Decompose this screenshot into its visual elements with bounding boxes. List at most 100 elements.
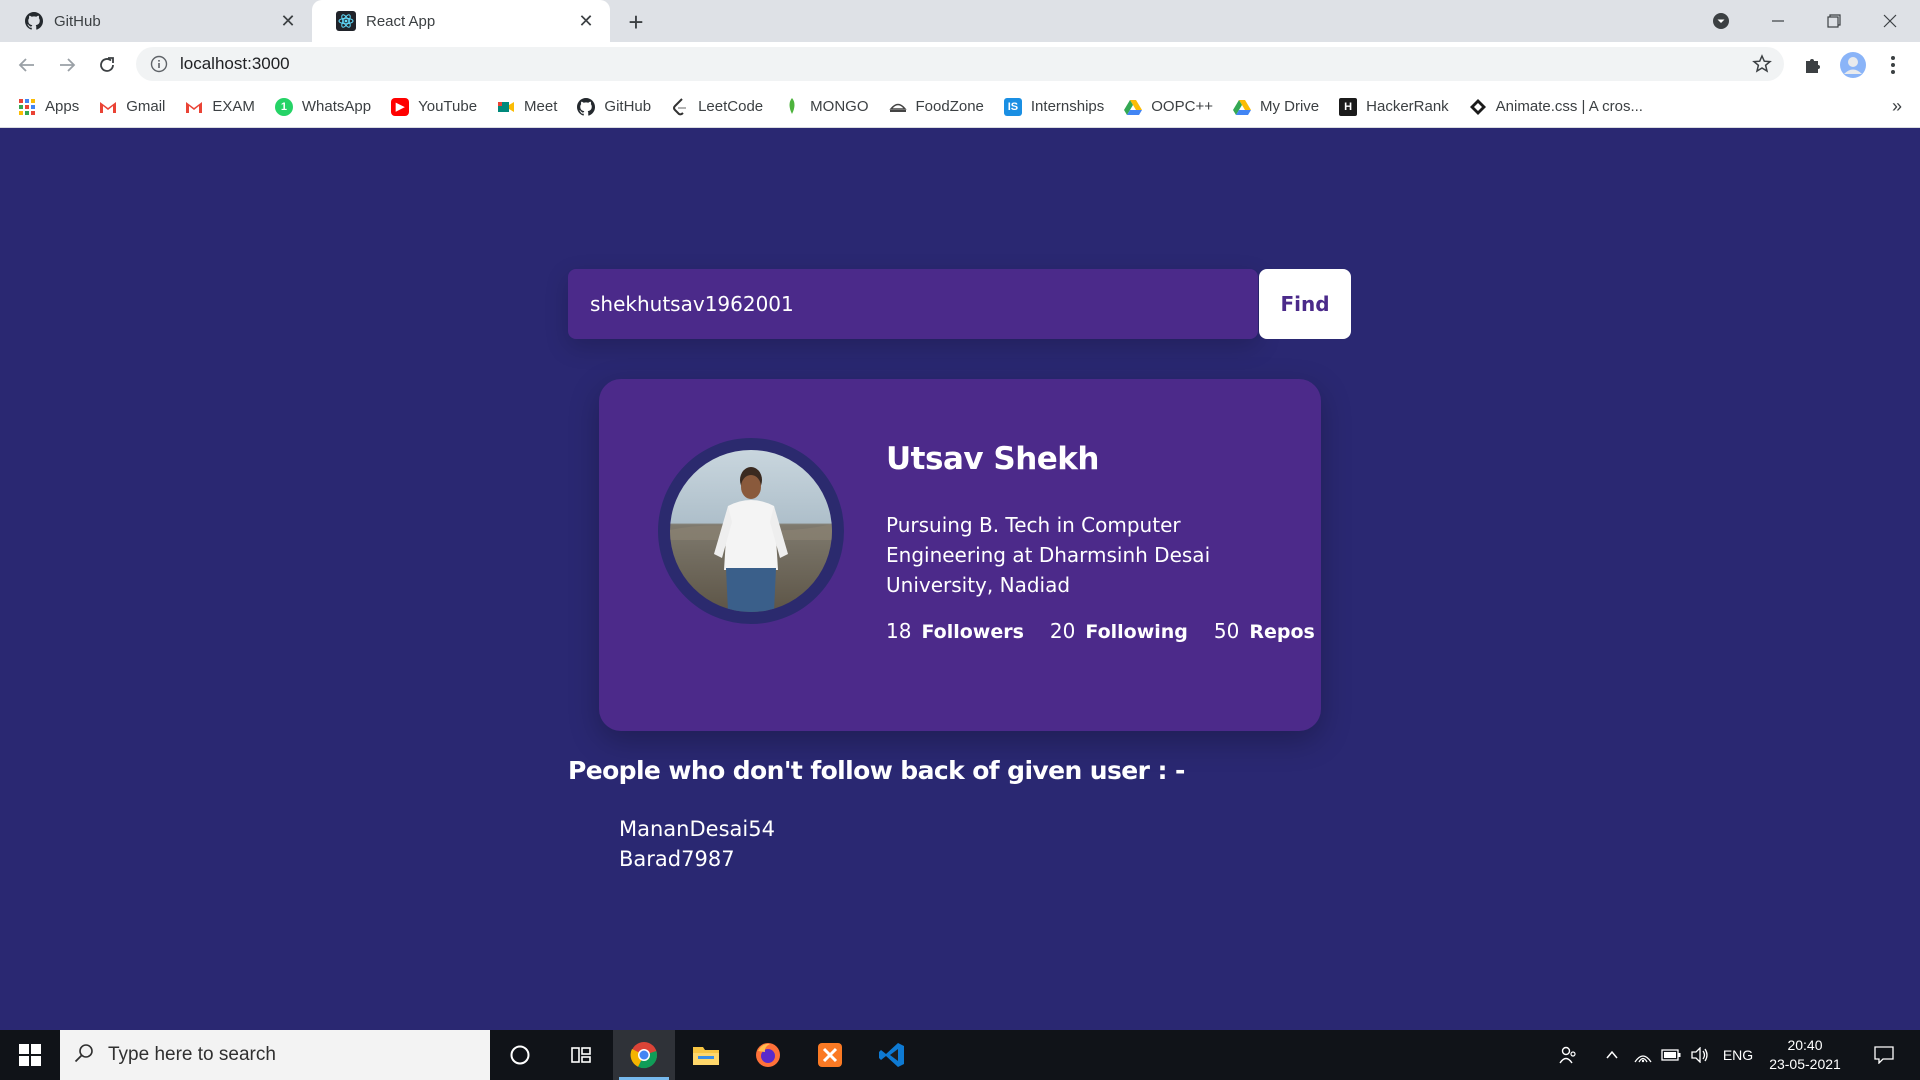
bookmark-label: HackerRank: [1366, 98, 1449, 115]
close-window-icon[interactable]: [1862, 0, 1918, 42]
bookmark-label: EXAM: [212, 98, 255, 115]
bookmark-meet[interactable]: Meet: [497, 98, 557, 116]
meet-icon: [497, 98, 515, 116]
bookmarks-overflow-icon[interactable]: »: [1892, 96, 1902, 117]
search-placeholder: Type here to search: [108, 1044, 276, 1065]
repos-label: Repos: [1249, 621, 1315, 643]
gmail-icon: [99, 98, 117, 116]
followers-stat: 18 Followers: [886, 619, 1024, 643]
bookmark-internships[interactable]: IS Internships: [1003, 97, 1105, 116]
bookmark-leetcode[interactable]: LeetCode: [671, 97, 763, 116]
system-clock[interactable]: 20:40 23-05-2021: [1760, 1036, 1850, 1074]
bookmark-gmail[interactable]: Gmail: [99, 98, 165, 116]
bookmark-label: Animate.css | A cros...: [1495, 98, 1643, 115]
bookmark-exam[interactable]: EXAM: [185, 98, 255, 116]
tab-search-icon[interactable]: [1693, 0, 1749, 42]
browser-toolbar: localhost:3000: [0, 42, 1920, 86]
taskbar: Type here to search ENG 20:40 23-05-2021: [0, 1030, 1920, 1080]
profile-bio: Pursuing B. Tech in Computer Engineering…: [886, 513, 1211, 597]
new-tab-button[interactable]: +: [622, 7, 650, 37]
followers-count: 18: [886, 619, 912, 643]
vscode-icon[interactable]: [861, 1030, 923, 1080]
taskbar-search-box[interactable]: Type here to search: [60, 1030, 490, 1080]
bookmark-hackerrank[interactable]: H HackerRank: [1339, 97, 1449, 116]
reload-icon[interactable]: [92, 50, 122, 80]
chevron-up-icon[interactable]: [1600, 1030, 1624, 1080]
bookmark-mongo[interactable]: MONGO: [783, 97, 869, 116]
back-icon[interactable]: [12, 50, 42, 80]
bookmark-label: Meet: [524, 98, 558, 115]
list-item: MananDesai54: [619, 817, 775, 841]
bookmark-youtube[interactable]: ▶ YouTube: [391, 97, 477, 116]
react-icon: [336, 11, 356, 31]
leetcode-icon: [671, 97, 689, 116]
bookmark-animate-css[interactable]: Animate.css | A cros...: [1469, 98, 1643, 116]
task-view-icon[interactable]: [550, 1030, 612, 1080]
close-tab-icon[interactable]: ✕: [276, 9, 300, 33]
non-followers-list: MananDesai54 Barad7987: [619, 814, 775, 874]
chrome-taskbar-icon[interactable]: [613, 1030, 675, 1080]
search-icon: [74, 1043, 94, 1068]
bookmark-label: OOPC++: [1151, 98, 1213, 115]
bookmark-apps[interactable]: Apps: [18, 98, 79, 116]
url-text: localhost:3000: [180, 54, 290, 73]
bookmark-label: Gmail: [126, 98, 166, 115]
profile-avatar-icon[interactable]: [1838, 50, 1868, 80]
restore-icon[interactable]: [1806, 0, 1862, 42]
hackerrank-icon: H: [1339, 97, 1358, 116]
extensions-puzzle-icon[interactable]: [1798, 50, 1828, 80]
bookmarks-bar: Apps Gmail EXAM 1 WhatsApp ▶ YouTube Mee…: [0, 86, 1920, 128]
browser-tab-strip: GitHub ✕ React App ✕ +: [0, 0, 1920, 42]
github-icon: [577, 97, 596, 116]
clock-date: 23-05-2021: [1769, 1056, 1841, 1072]
repos-count: 50: [1213, 619, 1240, 643]
close-tab-icon[interactable]: ✕: [574, 9, 598, 33]
tab-github[interactable]: GitHub ✕: [0, 0, 312, 42]
xampp-icon[interactable]: [799, 1030, 861, 1080]
bookmark-label: FoodZone: [915, 98, 984, 115]
repos-stat: 50 Repos: [1214, 619, 1315, 643]
github-icon: [24, 11, 44, 31]
avatar-ring: [658, 438, 844, 624]
site-info-icon[interactable]: [150, 55, 168, 73]
username-search-input[interactable]: shekhutsav1962001: [568, 269, 1258, 339]
bookmark-my-drive[interactable]: My Drive: [1232, 98, 1320, 116]
profile-stats: 18 Followers 20 Following 50 Repos: [886, 619, 1341, 643]
windows-start-icon[interactable]: [0, 1030, 60, 1080]
apps-grid-icon: [18, 98, 36, 116]
wifi-icon[interactable]: [1630, 1030, 1656, 1080]
bookmark-star-icon[interactable]: [1752, 54, 1772, 79]
input-language[interactable]: ENG: [1718, 1030, 1758, 1080]
tab-title: GitHub: [54, 12, 101, 30]
bookmark-label: Internships: [1030, 98, 1105, 115]
firefox-icon[interactable]: [737, 1030, 799, 1080]
volume-icon[interactable]: [1686, 1030, 1714, 1080]
google-drive-icon: [1232, 98, 1251, 116]
food-icon: [888, 98, 907, 116]
people-icon[interactable]: [1552, 1030, 1584, 1080]
google-drive-icon: [1124, 98, 1143, 116]
notifications-icon[interactable]: [1862, 1030, 1906, 1080]
avatar: [670, 450, 832, 612]
tab-react-app[interactable]: React App ✕: [312, 0, 610, 42]
browser-menu-icon[interactable]: [1878, 50, 1908, 80]
profile-name: Utsav Shekh: [886, 441, 1099, 477]
bookmark-github[interactable]: GitHub: [577, 97, 651, 116]
bookmark-label: My Drive: [1259, 98, 1320, 115]
following-stat: 20 Following: [1050, 619, 1188, 643]
cortana-icon[interactable]: [489, 1030, 551, 1080]
bookmark-whatsapp[interactable]: 1 WhatsApp: [274, 97, 371, 116]
find-button[interactable]: Find: [1259, 269, 1351, 339]
bookmark-foodzone[interactable]: FoodZone: [888, 98, 984, 116]
forward-icon[interactable]: [52, 50, 82, 80]
whatsapp-icon: 1: [274, 97, 293, 116]
non-followers-heading: People who don't follow back of given us…: [568, 756, 1185, 785]
bookmark-label: MONGO: [810, 98, 869, 115]
battery-icon[interactable]: [1658, 1030, 1684, 1080]
file-explorer-icon[interactable]: [675, 1030, 737, 1080]
address-bar[interactable]: localhost:3000: [136, 47, 1784, 81]
bookmark-oopcpp[interactable]: OOPC++: [1124, 98, 1213, 116]
bookmark-label: Apps: [45, 98, 80, 115]
minimize-icon[interactable]: [1750, 0, 1806, 42]
following-label: Following: [1085, 621, 1188, 643]
